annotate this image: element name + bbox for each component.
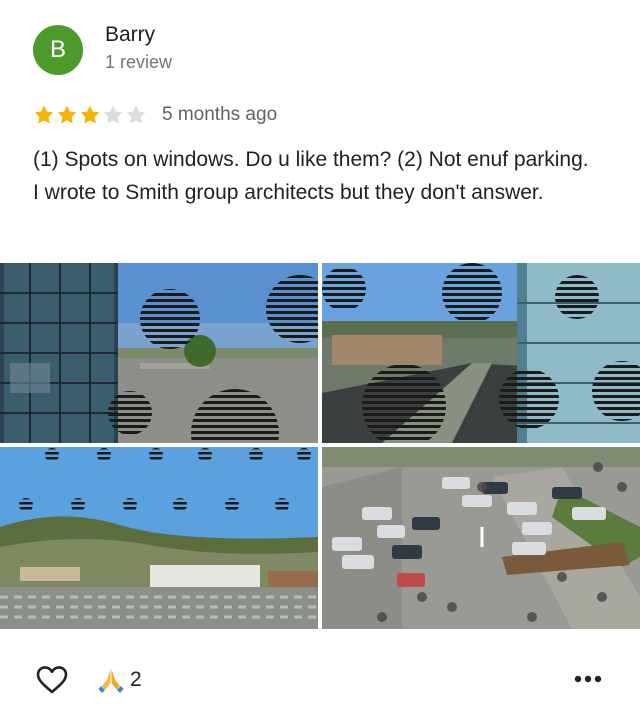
avatar[interactable]: B	[33, 25, 83, 75]
review-text: (1) Spots on windows. Do u like them? (2…	[33, 148, 589, 204]
star-icon	[80, 105, 100, 124]
reaction-button[interactable]: 2	[97, 666, 142, 694]
folded-hands-icon	[98, 669, 124, 693]
star-icon	[57, 105, 77, 124]
building-facade-photo[interactable]	[0, 263, 318, 443]
photo-grid	[0, 263, 640, 629]
avatar-initial: B	[49, 36, 66, 63]
hillside-view-photo[interactable]	[0, 447, 318, 629]
star-rating	[33, 104, 147, 126]
star-icon	[103, 105, 123, 124]
parking-lot-photo[interactable]	[322, 447, 640, 629]
reviewer-name[interactable]: Barry	[105, 23, 155, 47]
more-horizontal-icon[interactable]	[572, 669, 604, 689]
review-count: 1 review	[105, 52, 173, 72]
review-actions: 2	[0, 652, 640, 708]
street-view-photo[interactable]	[322, 263, 640, 443]
rating-row: 5 months ago	[33, 102, 277, 128]
reaction-count: 2	[130, 668, 142, 691]
star-icon	[34, 105, 54, 124]
star-icon	[126, 105, 146, 124]
review-date: 5 months ago	[162, 104, 278, 125]
heart-outline-icon[interactable]	[35, 664, 69, 696]
review-header: B Barry 1 review	[33, 23, 593, 75]
